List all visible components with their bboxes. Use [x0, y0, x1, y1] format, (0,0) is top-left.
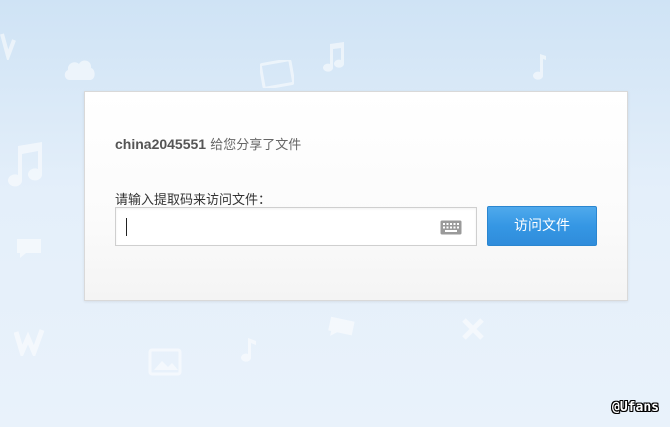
visit-file-button[interactable]: 访问文件 [487, 206, 597, 246]
music-note-icon [4, 140, 46, 188]
word-doc-icon [14, 328, 46, 356]
access-code-prompt: 请输入提取码来访问文件： [115, 193, 272, 208]
share-message: 给您分享了文件 [206, 138, 302, 153]
keyboard-icon[interactable] [440, 220, 462, 235]
watermark-text: @Ufans [612, 400, 659, 415]
music-note-icon [238, 336, 260, 364]
music-note-icon [320, 40, 348, 74]
sharer-username[interactable]: china2045551 [115, 136, 206, 152]
word-doc-icon [0, 30, 20, 60]
access-code-dialog: china2045551 给您分享了文件 请输入提取码来访问文件： 访问文件 [84, 91, 628, 301]
access-code-input[interactable] [116, 208, 436, 245]
share-info: china2045551 给您分享了文件 [115, 134, 301, 153]
chat-bubble-icon [326, 316, 356, 340]
access-code-field[interactable] [115, 207, 477, 246]
music-note-icon [528, 52, 550, 82]
cloud-icon [62, 56, 96, 82]
text-caret [126, 218, 127, 236]
excel-doc-icon [460, 316, 486, 342]
image-icon [260, 60, 294, 88]
chat-bubble-icon [14, 236, 44, 260]
image-icon [148, 348, 182, 376]
